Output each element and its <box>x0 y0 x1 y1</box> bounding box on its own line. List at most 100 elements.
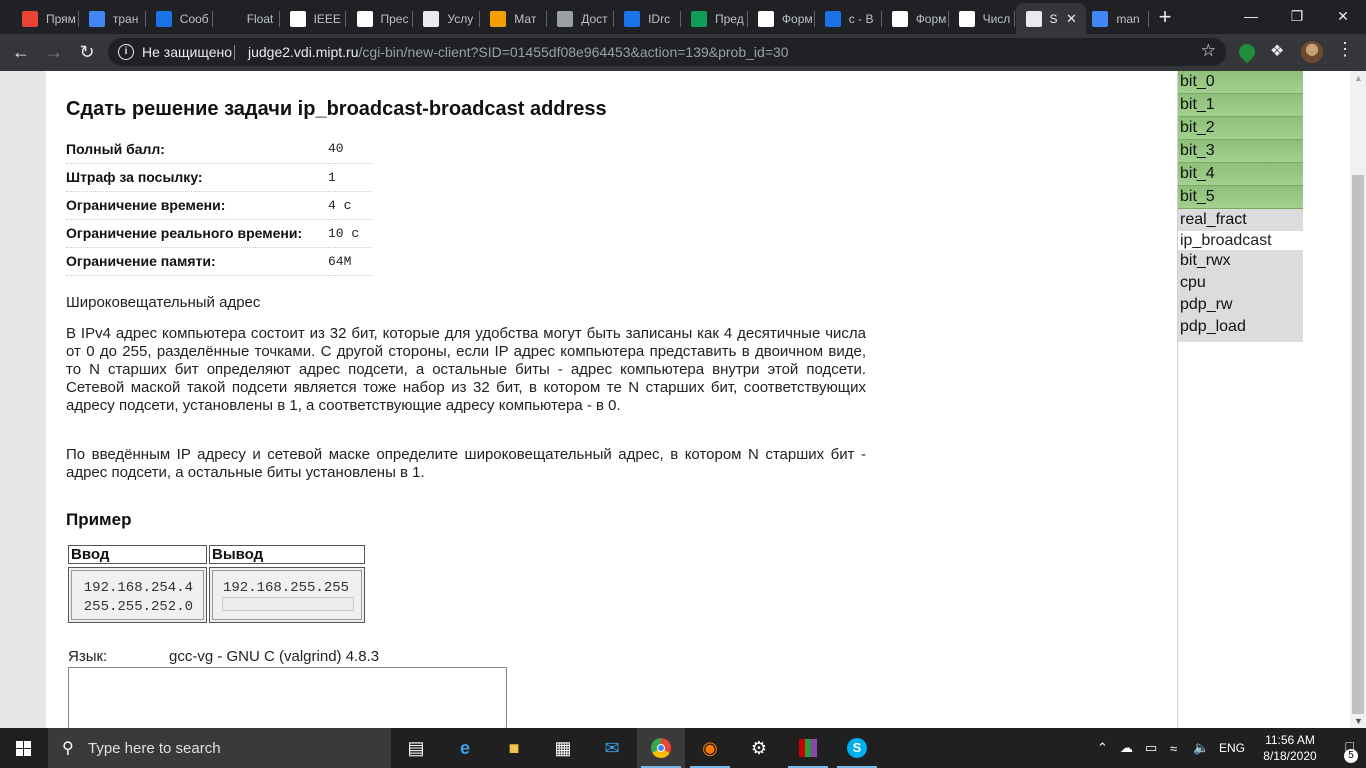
browser-tab[interactable]: IEEE <box>280 3 347 34</box>
input-language[interactable]: ENG <box>1219 728 1245 768</box>
grid-icon <box>624 10 641 27</box>
start-button[interactable] <box>0 728 48 768</box>
omnibox-divider <box>234 45 235 60</box>
browser-tab[interactable]: Форм <box>882 3 949 34</box>
browser-tab[interactable]: c - В <box>815 3 882 34</box>
battery-icon[interactable]: ▭ <box>1145 728 1157 768</box>
reload-button[interactable]: ↻ <box>74 39 100 65</box>
minimize-button[interactable]: — <box>1228 0 1274 32</box>
problem-link-real-fract[interactable]: real_fract <box>1178 209 1303 231</box>
browser-tab-label: Прес <box>380 11 409 26</box>
problem-link-bit-0[interactable]: bit_0 <box>1178 71 1303 94</box>
show-hidden-icons-chevron-icon[interactable]: ⌃ <box>1097 728 1108 768</box>
browser-tab-label: Прям <box>46 11 76 26</box>
kebab-menu-icon[interactable]: ⋮ <box>1336 39 1354 59</box>
page-icon <box>22 10 38 27</box>
param-value: 64M <box>328 247 372 276</box>
settings-gear-icon[interactable]: ⚙ <box>735 728 783 768</box>
page-left-margin <box>0 71 46 728</box>
browser-tab[interactable]: Услу <box>413 3 481 34</box>
problem-link-bit-2[interactable]: bit_2 <box>1178 117 1303 140</box>
browser-tab[interactable]: Числ <box>949 3 1016 34</box>
problem-link-pdp-load[interactable]: pdp_load <box>1178 316 1303 338</box>
browser-tab-label: man <box>1116 11 1140 26</box>
google-icon <box>88 10 105 27</box>
browser-tab[interactable]: S ✕ <box>1015 3 1086 34</box>
url-path: /cgi-bin/new-client?SID=01455df08e964453… <box>358 44 789 60</box>
param-value: 40 <box>328 135 372 164</box>
address-bar[interactable]: i Не защищено judge2.vdi.mipt.ru/cgi-bin… <box>108 38 1226 66</box>
info-icon[interactable]: i <box>118 44 134 60</box>
problem-link-cpu[interactable]: cpu <box>1178 272 1303 294</box>
profile-avatar[interactable] <box>1301 41 1323 63</box>
wifi-icon[interactable]: ≈ <box>1170 728 1177 768</box>
problem-link-bit-rwx[interactable]: bit_rwx <box>1178 250 1303 272</box>
volume-icon[interactable]: 🔈 <box>1193 728 1209 768</box>
browser-tab[interactable]: Прес <box>347 3 414 34</box>
system-clock[interactable]: 11:56 AM 8/18/2020 <box>1260 732 1320 764</box>
page-scrollbar[interactable]: ▲ ▼ <box>1350 71 1366 728</box>
problem-link-pdp-rw[interactable]: pdp_rw <box>1178 294 1303 316</box>
browser-tab[interactable]: Форм <box>748 3 815 34</box>
file-explorer-icon[interactable]: ■ <box>490 728 538 768</box>
forward-button[interactable]: → <box>41 39 67 65</box>
problem-link-bit-1[interactable]: bit_1 <box>1178 94 1303 117</box>
back-button[interactable]: ← <box>8 39 34 65</box>
param-row: Ограничение времени: 4 с <box>66 191 372 220</box>
browser-tab[interactable]: Мат <box>480 3 548 34</box>
url-host: judge2.vdi.mipt.ru <box>248 44 359 60</box>
browser-tab[interactable]: Дост <box>547 3 615 34</box>
browser-tab-label: c - В <box>848 11 874 26</box>
example-output-text: 192.168.255.255 <box>212 570 362 620</box>
evernote-extension-icon[interactable] <box>1235 40 1259 64</box>
close-window-button[interactable]: ✕ <box>1320 0 1366 32</box>
store-icon[interactable]: ▦ <box>539 728 587 768</box>
chrome-icon[interactable] <box>637 728 685 768</box>
browser-tab[interactable]: Float <box>213 3 280 34</box>
problem-params-table: Полный балл: 40 Штраф за посылку: 1 Ограниче… <box>66 135 372 276</box>
browser-tab[interactable]: Прям <box>12 3 79 34</box>
scroll-thumb[interactable] <box>1352 175 1364 714</box>
bookmark-icon <box>691 10 707 27</box>
problem-link-bit-3[interactable]: bit_3 <box>1178 140 1303 163</box>
browser-tab-label: S <box>1049 11 1058 26</box>
problem-link-ip-broadcast[interactable]: ip_broadcast <box>1178 231 1303 250</box>
mail-icon[interactable]: ✉ <box>588 728 636 768</box>
extensions-icon[interactable]: ❖ <box>1270 41 1288 60</box>
task-view-icon[interactable]: ▤ <box>392 728 440 768</box>
example-heading: Пример <box>66 510 132 529</box>
url-text[interactable]: judge2.vdi.mipt.ru/cgi-bin/new-client?SI… <box>248 44 789 60</box>
scroll-down-icon[interactable]: ▼ <box>1354 716 1363 726</box>
bookmark-star-icon[interactable]: ☆ <box>1201 41 1216 61</box>
edge-icon[interactable]: e <box>441 728 489 768</box>
language-select[interactable]: gcc-vg - GNU C (valgrind) 4.8.3 <box>169 648 379 665</box>
tab-separator <box>1148 11 1150 27</box>
browser-tab[interactable]: IDrc <box>614 3 681 34</box>
source-code-textarea[interactable] <box>68 667 507 728</box>
param-row: Полный балл: 40 <box>66 135 372 164</box>
blank-icon <box>222 10 239 27</box>
param-key: Ограничение памяти: <box>66 247 328 276</box>
clock-date: 8/18/2020 <box>1263 749 1317 763</box>
skype-icon[interactable]: S <box>833 728 881 768</box>
problem-link-bit-4[interactable]: bit_4 <box>1178 163 1303 186</box>
yandex-music-icon[interactable]: ◉ <box>686 728 734 768</box>
security-label: Не защищено <box>142 44 232 60</box>
browser-tab-label: Пред <box>715 11 744 26</box>
example-input-text: 192.168.254.4 255.255.252.0 <box>71 570 204 620</box>
browser-tab[interactable]: Сооб <box>146 3 213 34</box>
browser-tab[interactable]: тран <box>79 3 146 34</box>
restore-button[interactable]: ❐ <box>1274 0 1320 32</box>
windows-taskbar: ⚲ Type here to search ▤ e ■ ▦ ✉ ◉ ⚙ S ⌃ … <box>0 728 1366 768</box>
new-tab-button[interactable]: + <box>1151 5 1179 31</box>
tab-close-icon[interactable]: ✕ <box>1064 11 1080 27</box>
problem-link-bit-5[interactable]: bit_5 <box>1178 186 1303 209</box>
onedrive-cloud-icon[interactable]: ☁ <box>1120 728 1133 768</box>
browser-tab[interactable]: man <box>1082 3 1150 34</box>
example-output-field <box>222 597 354 611</box>
taskbar-search-box[interactable]: ⚲ Type here to search <box>48 728 391 768</box>
scroll-up-icon[interactable]: ▲ <box>1354 73 1363 83</box>
browser-tab[interactable]: Пред <box>681 3 748 34</box>
winrar-icon[interactable] <box>784 728 832 768</box>
language-label: Язык: <box>68 648 108 665</box>
